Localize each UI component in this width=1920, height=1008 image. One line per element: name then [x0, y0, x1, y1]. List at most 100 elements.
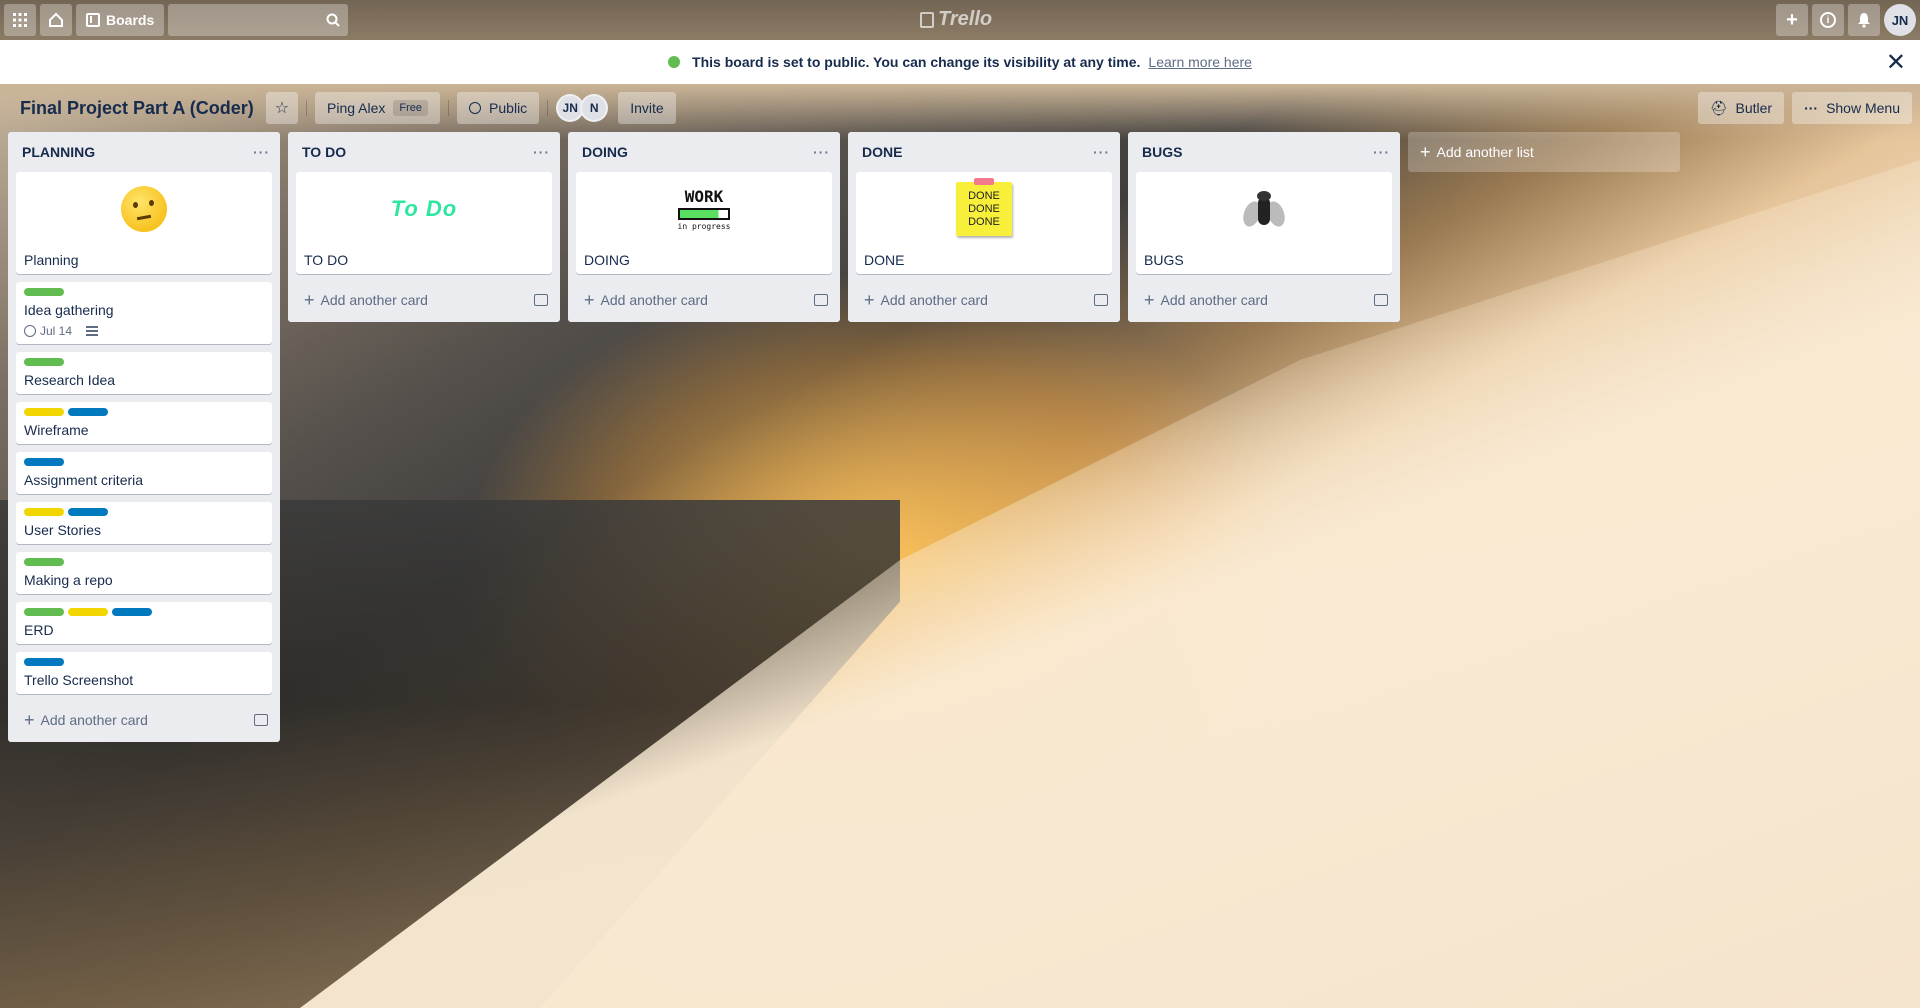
board-title[interactable]: Final Project Part A (Coder)	[20, 98, 254, 119]
star-icon: ☆	[274, 100, 290, 117]
visibility-button[interactable]: Public	[457, 92, 540, 124]
boards-button[interactable]: Boards	[76, 4, 165, 36]
card-template-icon[interactable]	[254, 714, 268, 726]
work-art-text: WORK	[684, 187, 724, 206]
member-avatar[interactable]: N	[580, 94, 609, 122]
list-todo: TO DO ··· To Do TO DO + Add another card	[288, 132, 560, 322]
team-name: Ping Alex	[327, 100, 386, 116]
bell-icon	[1858, 13, 1870, 28]
label-yellow[interactable]	[24, 508, 64, 516]
team-button[interactable]: Ping Alex Free	[315, 92, 441, 124]
card-template-icon[interactable]	[814, 294, 828, 306]
card-template-icon[interactable]	[1374, 294, 1388, 306]
card-planning[interactable]: Planning	[16, 172, 272, 274]
star-button[interactable]: ☆	[265, 92, 299, 124]
card-wireframe[interactable]: Wireframe	[16, 402, 272, 444]
card-title: Idea gathering	[24, 302, 114, 318]
todo-cover-art: To Do	[390, 196, 458, 221]
card-bugs[interactable]: BUGS	[1136, 172, 1392, 274]
list-title[interactable]: DOING	[582, 144, 628, 160]
info-button[interactable]: i	[1812, 4, 1844, 36]
apps-grid-icon	[13, 13, 27, 27]
home-button[interactable]	[40, 4, 72, 36]
list-menu-icon[interactable]: ···	[813, 144, 830, 160]
card-trello-screenshot[interactable]: Trello Screenshot	[16, 652, 272, 694]
list-header[interactable]: PLANNING ···	[8, 132, 280, 172]
label-green[interactable]	[24, 288, 64, 296]
learn-more-link[interactable]: Learn more here	[1148, 54, 1252, 70]
divider	[547, 100, 549, 116]
list-title[interactable]: TO DO	[302, 144, 346, 160]
label-green[interactable]	[24, 608, 64, 616]
list-header[interactable]: TO DO ···	[288, 132, 560, 172]
butler-icon: ⛑	[1709, 99, 1728, 116]
note-line: DONE	[968, 216, 1000, 228]
boards-label: Boards	[106, 12, 155, 28]
due-date-badge[interactable]: Jul 14	[24, 324, 72, 338]
card-title: Research Idea	[24, 372, 116, 388]
card-template-icon[interactable]	[1094, 294, 1108, 306]
list-header[interactable]: BUGS ···	[1128, 132, 1400, 172]
visibility-banner: This board is set to public. You can cha…	[0, 40, 1920, 84]
user-avatar[interactable]: JN	[1884, 4, 1916, 36]
add-card-label: Add another card	[40, 712, 148, 728]
invite-button[interactable]: Invite	[618, 92, 676, 124]
add-card-button[interactable]: + Add another card	[1128, 282, 1400, 318]
info-icon: i	[1820, 12, 1836, 28]
globe-icon	[469, 102, 482, 114]
create-button[interactable]: +	[1776, 4, 1808, 36]
card-title: Trello Screenshot	[24, 672, 134, 688]
card-making-a-repo[interactable]: Making a repo	[16, 552, 272, 594]
card-doing[interactable]: WORK in progress DOING	[576, 172, 832, 274]
globe-icon	[668, 56, 681, 68]
list-title[interactable]: PLANNING	[22, 144, 95, 160]
list-menu-icon[interactable]: ···	[253, 144, 270, 160]
add-card-button[interactable]: + Add another card	[288, 282, 560, 318]
show-menu-button[interactable]: ··· Show Menu	[1792, 92, 1912, 124]
label-blue[interactable]	[24, 458, 64, 466]
butler-button[interactable]: ⛑ Butler	[1697, 92, 1785, 124]
add-card-button[interactable]: + Add another card	[848, 282, 1120, 318]
thinking-face-icon	[121, 186, 167, 232]
home-icon	[49, 12, 63, 27]
label-green[interactable]	[24, 558, 64, 566]
label-blue[interactable]	[24, 658, 64, 666]
label-blue[interactable]	[68, 508, 108, 516]
card-done[interactable]: DONE DONE DONE DONE	[856, 172, 1112, 274]
card-idea-gathering[interactable]: Idea gathering Jul 14	[16, 282, 272, 344]
trello-logo-text: Trello	[938, 8, 993, 30]
list-menu-icon[interactable]: ···	[1093, 144, 1110, 160]
card-assignment-criteria[interactable]: Assignment criteria	[16, 452, 272, 494]
close-icon[interactable]: ✕	[1886, 48, 1906, 77]
card-title: TO DO	[304, 252, 349, 268]
card-title: BUGS	[1144, 252, 1184, 268]
add-card-button[interactable]: + Add another card	[8, 702, 280, 738]
label-green[interactable]	[24, 358, 64, 366]
list-menu-icon[interactable]: ···	[1373, 144, 1390, 160]
list-title[interactable]: BUGS	[1142, 144, 1182, 160]
card-erd[interactable]: ERD	[16, 602, 272, 644]
card-research-idea[interactable]: Research Idea	[16, 352, 272, 394]
top-bar: Boards Trello + i JN	[0, 0, 1920, 40]
card-user-stories[interactable]: User Stories	[16, 502, 272, 544]
label-yellow[interactable]	[24, 408, 64, 416]
list-menu-icon[interactable]: ···	[533, 144, 550, 160]
card-title: DOING	[584, 252, 630, 268]
apps-grid-button[interactable]	[4, 4, 36, 36]
label-yellow[interactable]	[68, 608, 108, 616]
label-blue[interactable]	[68, 408, 108, 416]
card-todo[interactable]: To Do TO DO	[296, 172, 552, 274]
divider	[306, 100, 308, 116]
add-list-button[interactable]: + Add another list	[1408, 132, 1680, 172]
list-header[interactable]: DONE ···	[848, 132, 1120, 172]
plus-icon: +	[864, 289, 875, 310]
label-blue[interactable]	[112, 608, 152, 616]
sticky-note-art: DONE DONE DONE	[956, 178, 1012, 236]
trello-logo[interactable]: Trello	[920, 8, 992, 31]
search-input[interactable]	[168, 4, 349, 36]
list-title[interactable]: DONE	[862, 144, 902, 160]
notifications-button[interactable]	[1848, 4, 1880, 36]
card-template-icon[interactable]	[534, 294, 548, 306]
add-card-button[interactable]: + Add another card	[568, 282, 840, 318]
list-header[interactable]: DOING ···	[568, 132, 840, 172]
